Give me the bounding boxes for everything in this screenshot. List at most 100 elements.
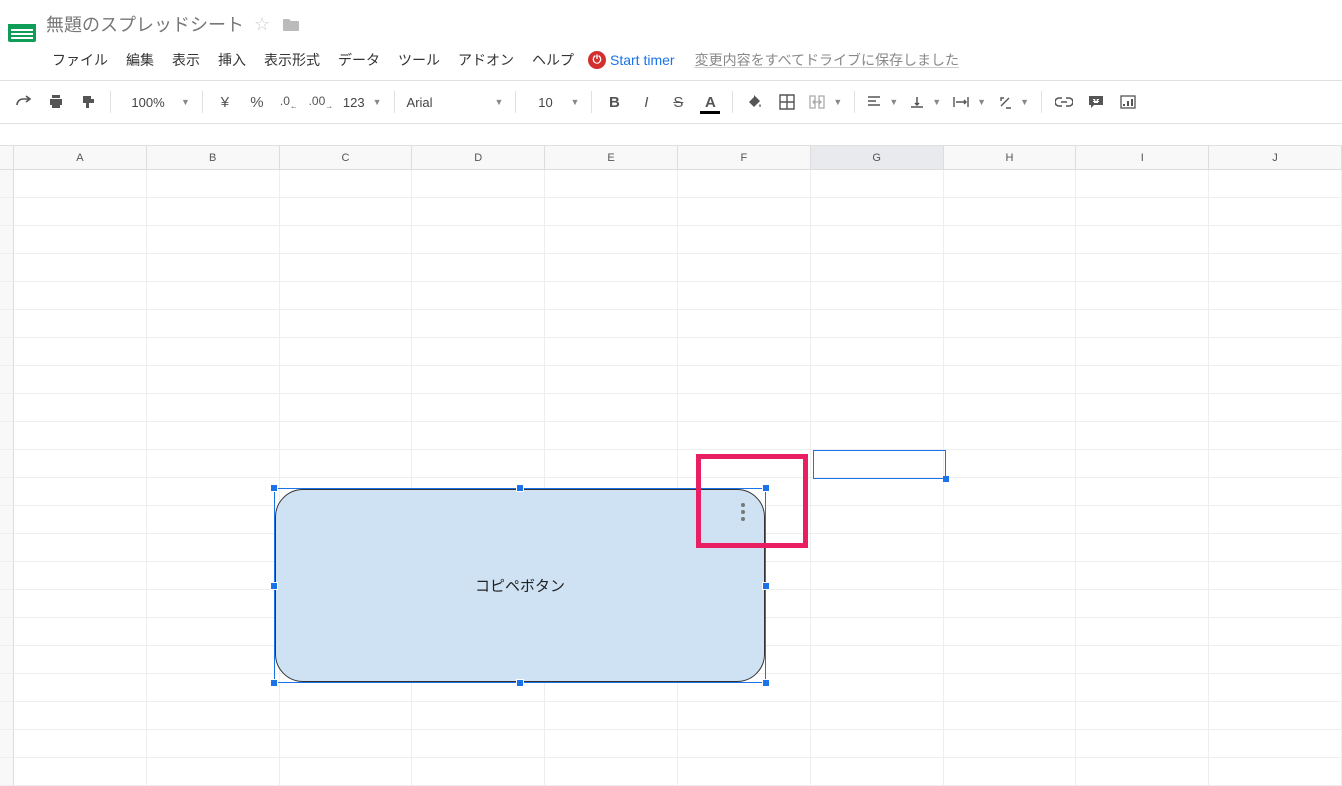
sheets-logo-icon[interactable] — [8, 6, 36, 42]
cell[interactable] — [1209, 758, 1342, 786]
resize-handle[interactable] — [516, 484, 524, 492]
cell[interactable] — [811, 618, 944, 646]
menu-file[interactable]: ファイル — [44, 46, 116, 74]
column-header[interactable]: A — [14, 146, 147, 170]
cell[interactable] — [147, 758, 280, 786]
column-header[interactable]: G — [811, 146, 944, 170]
cell[interactable] — [944, 366, 1077, 394]
row-header[interactable] — [0, 254, 14, 282]
cell[interactable] — [14, 646, 147, 674]
cell[interactable] — [412, 226, 545, 254]
font-dropdown[interactable]: Arial▼ — [403, 95, 508, 110]
start-timer-button[interactable]: Start timer — [610, 52, 675, 68]
cell[interactable] — [944, 534, 1077, 562]
cell[interactable] — [944, 338, 1077, 366]
cell[interactable] — [1209, 338, 1342, 366]
cell[interactable] — [1076, 534, 1209, 562]
redo-icon[interactable] — [10, 88, 38, 116]
cell[interactable] — [280, 394, 413, 422]
cell[interactable] — [545, 338, 678, 366]
cell[interactable] — [1076, 366, 1209, 394]
cell[interactable] — [1076, 282, 1209, 310]
cell[interactable] — [811, 422, 944, 450]
row-header[interactable] — [0, 562, 14, 590]
cell[interactable] — [811, 646, 944, 674]
strikethrough-button[interactable]: S — [664, 88, 692, 116]
cell[interactable] — [14, 226, 147, 254]
row-header[interactable] — [0, 590, 14, 618]
cell[interactable] — [545, 730, 678, 758]
cell[interactable] — [412, 394, 545, 422]
cell[interactable] — [280, 730, 413, 758]
cell[interactable] — [14, 758, 147, 786]
cell[interactable] — [14, 422, 147, 450]
cell[interactable] — [678, 254, 811, 282]
menu-format[interactable]: 表示形式 — [256, 46, 328, 74]
cell[interactable] — [678, 366, 811, 394]
cell[interactable] — [545, 702, 678, 730]
row-header[interactable] — [0, 366, 14, 394]
document-title[interactable]: 無題のスプレッドシート — [46, 11, 244, 37]
cell[interactable] — [811, 506, 944, 534]
cell[interactable] — [944, 170, 1077, 198]
text-wrap-dropdown[interactable]: ▼ — [949, 96, 990, 108]
menu-help[interactable]: ヘルプ — [524, 46, 582, 74]
grid-body[interactable] — [0, 170, 1342, 786]
cell[interactable] — [147, 702, 280, 730]
resize-handle[interactable] — [762, 679, 770, 687]
cell[interactable] — [1076, 702, 1209, 730]
cell[interactable] — [14, 394, 147, 422]
cell[interactable] — [14, 506, 147, 534]
menu-data[interactable]: データ — [330, 46, 388, 74]
cell[interactable] — [14, 702, 147, 730]
cell[interactable] — [1076, 562, 1209, 590]
cell[interactable] — [147, 562, 280, 590]
cell[interactable] — [545, 198, 678, 226]
cell[interactable] — [1209, 534, 1342, 562]
text-color-button[interactable]: A — [696, 88, 724, 116]
row-header[interactable] — [0, 310, 14, 338]
cell[interactable] — [147, 646, 280, 674]
cell[interactable] — [147, 506, 280, 534]
cell[interactable] — [1209, 198, 1342, 226]
cell[interactable] — [14, 478, 147, 506]
cell[interactable] — [545, 170, 678, 198]
zoom-dropdown[interactable]: 100%▼ — [119, 95, 194, 110]
cell[interactable] — [811, 702, 944, 730]
row-header[interactable] — [0, 394, 14, 422]
cell[interactable] — [944, 394, 1077, 422]
row-header[interactable] — [0, 170, 14, 198]
cell[interactable] — [280, 282, 413, 310]
italic-button[interactable]: I — [632, 88, 660, 116]
cell[interactable] — [280, 198, 413, 226]
cell[interactable] — [1209, 562, 1342, 590]
cell[interactable] — [280, 702, 413, 730]
cell[interactable] — [147, 730, 280, 758]
cell[interactable] — [412, 338, 545, 366]
row-header[interactable] — [0, 758, 14, 786]
cell[interactable] — [545, 422, 678, 450]
timer-icon[interactable]: ⏻ — [588, 51, 606, 69]
save-status-text[interactable]: 変更内容をすべてドライブに保存しました — [695, 50, 959, 70]
cell[interactable] — [147, 450, 280, 478]
row-header[interactable] — [0, 422, 14, 450]
borders-icon[interactable] — [773, 88, 801, 116]
menu-tools[interactable]: ツール — [390, 46, 448, 74]
insert-chart-icon[interactable] — [1114, 88, 1142, 116]
column-header[interactable]: C — [280, 146, 413, 170]
cell[interactable] — [811, 478, 944, 506]
cell[interactable] — [944, 478, 1077, 506]
cell[interactable] — [14, 450, 147, 478]
cell[interactable] — [280, 310, 413, 338]
row-header[interactable] — [0, 534, 14, 562]
cell[interactable] — [14, 310, 147, 338]
text-rotation-dropdown[interactable]: ▼ — [994, 95, 1033, 109]
cell[interactable] — [147, 310, 280, 338]
cell[interactable] — [944, 758, 1077, 786]
print-icon[interactable] — [42, 88, 70, 116]
folder-icon[interactable] — [282, 17, 300, 32]
insert-link-icon[interactable] — [1050, 88, 1078, 116]
cell[interactable] — [147, 198, 280, 226]
vertical-align-dropdown[interactable]: ▼ — [906, 95, 945, 109]
cell[interactable] — [1076, 506, 1209, 534]
